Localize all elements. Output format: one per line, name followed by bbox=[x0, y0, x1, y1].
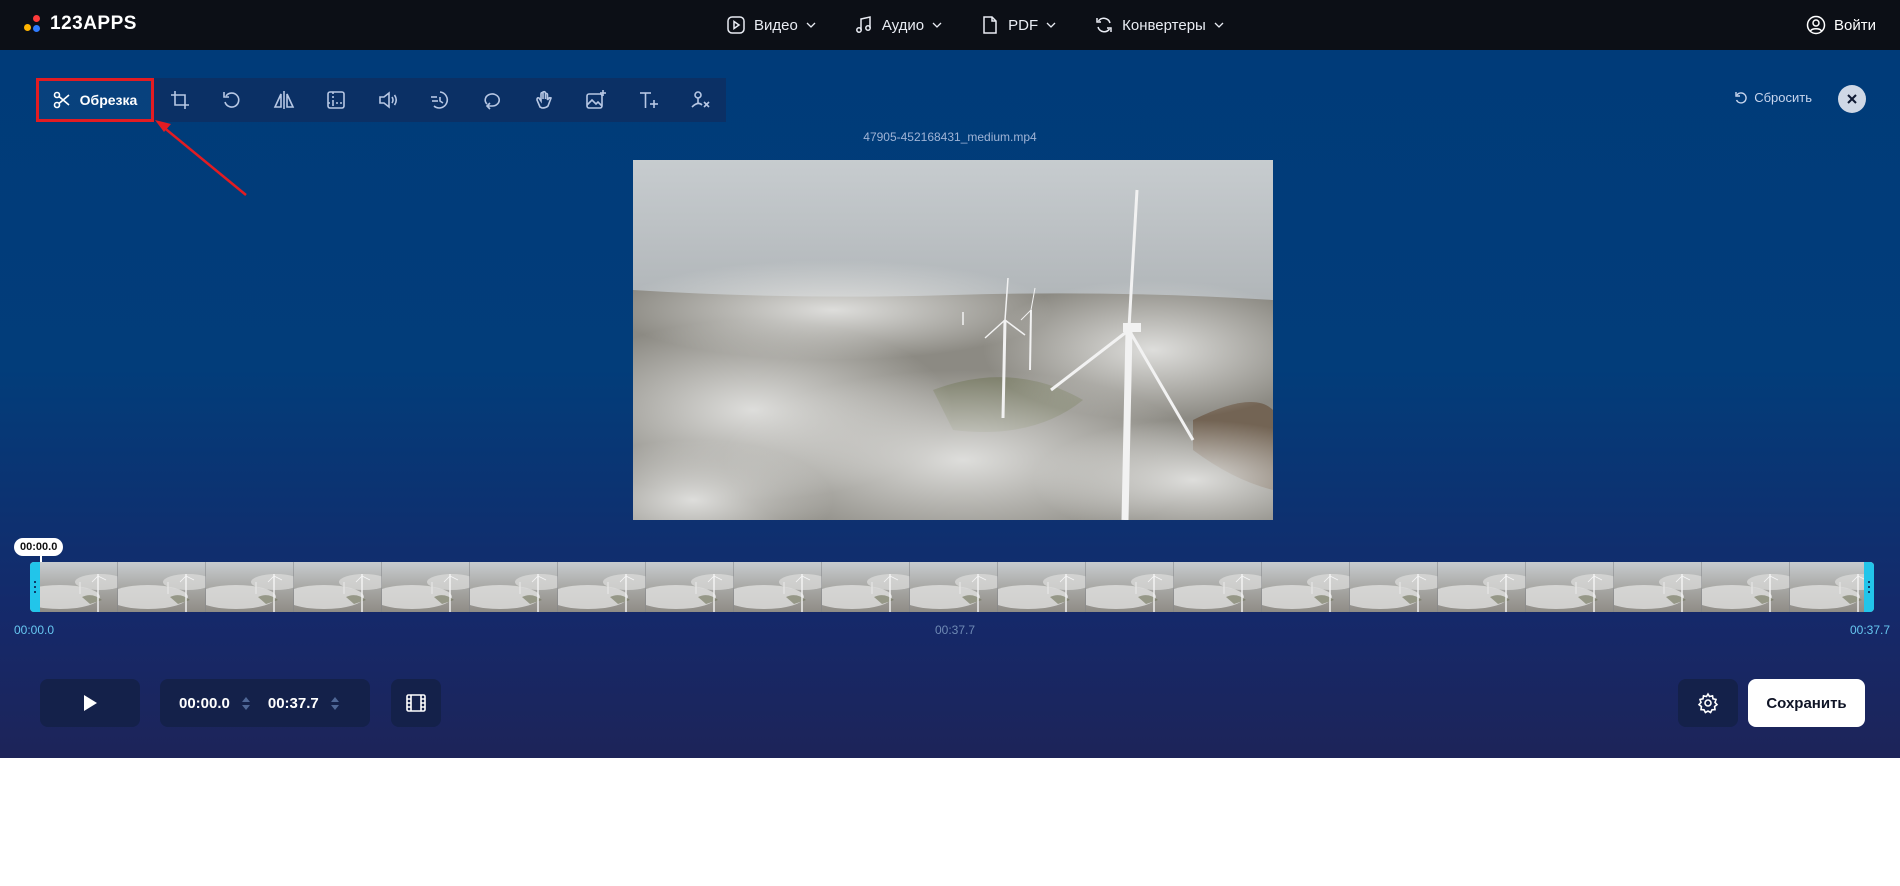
trim-handle-end[interactable] bbox=[1864, 562, 1874, 612]
trim-time-inputs: 00:00.0 00:37.7 bbox=[160, 679, 370, 727]
trim-mode-button[interactable] bbox=[391, 679, 441, 727]
resize-tool-button[interactable] bbox=[310, 78, 362, 122]
convert-icon bbox=[1096, 17, 1112, 33]
music-icon bbox=[855, 16, 871, 33]
speed-tool-button[interactable] bbox=[414, 78, 466, 122]
flip-tool-button[interactable] bbox=[258, 78, 310, 122]
timeline-filmstrip[interactable] bbox=[30, 562, 1874, 612]
nav-item-video[interactable]: Видео bbox=[726, 15, 816, 35]
remove-logo-tool-button[interactable] bbox=[674, 78, 726, 122]
chevron-down-icon bbox=[1214, 22, 1224, 28]
chevron-down-icon bbox=[932, 22, 942, 28]
stabilize-icon bbox=[536, 90, 553, 109]
chevron-down-icon bbox=[1046, 22, 1056, 28]
undo-icon bbox=[1735, 91, 1747, 104]
chevron-down-icon bbox=[806, 22, 816, 28]
nav-item-converters[interactable]: Конвертеры bbox=[1094, 15, 1224, 35]
end-time-stepper[interactable] bbox=[330, 696, 339, 710]
trim-tool-label: Обрезка bbox=[79, 92, 138, 108]
volume-icon bbox=[379, 91, 398, 109]
scissors-icon bbox=[53, 91, 70, 109]
add-text-tool-button[interactable] bbox=[622, 78, 674, 122]
crop-tool-button[interactable] bbox=[154, 78, 206, 122]
play-icon bbox=[84, 695, 97, 711]
crop-icon bbox=[171, 91, 189, 109]
decrement-arrow-icon[interactable] bbox=[330, 704, 339, 710]
flip-icon bbox=[273, 91, 295, 109]
video-filename: 47905-452168431_medium.mp4 bbox=[863, 130, 1037, 144]
reset-button[interactable]: Сбросить bbox=[1734, 90, 1812, 105]
video-icon bbox=[727, 16, 745, 34]
save-button[interactable]: Сохранить bbox=[1748, 679, 1865, 727]
logo[interactable]: 123APPS bbox=[24, 13, 137, 35]
trim-tool-button[interactable]: Обрезка bbox=[36, 78, 154, 122]
film-icon bbox=[406, 694, 426, 712]
top-navigation-bar: 123APPS Видео Аудио PDF Конвертеры Войти bbox=[0, 0, 1900, 50]
video-editor: Обрезка Сбросить 47905-452168431_medium.… bbox=[0, 50, 1900, 758]
loop-icon bbox=[484, 93, 500, 110]
logo-mark-icon bbox=[24, 14, 44, 34]
decrement-arrow-icon[interactable] bbox=[241, 704, 250, 710]
playhead-time-label[interactable]: 00:00.0 bbox=[14, 538, 64, 556]
timeline-end-time: 00:37.7 bbox=[1850, 623, 1891, 637]
grip-icon bbox=[34, 581, 36, 593]
increment-arrow-icon[interactable] bbox=[241, 696, 250, 702]
speed-icon bbox=[431, 91, 449, 109]
add-image-icon bbox=[586, 90, 606, 109]
filmstrip-thumbnails bbox=[30, 562, 1874, 612]
nav-label-video: Видео bbox=[754, 16, 798, 34]
settings-button[interactable] bbox=[1678, 679, 1738, 727]
editing-toolbar: Обрезка bbox=[36, 78, 726, 122]
nav-label-converters: Конвертеры bbox=[1122, 16, 1206, 34]
add-text-icon bbox=[640, 92, 658, 108]
reset-label: Сбросить bbox=[1754, 90, 1812, 105]
nav-label-pdf: PDF bbox=[1008, 16, 1039, 34]
add-image-tool-button[interactable] bbox=[570, 78, 622, 122]
gear-icon bbox=[1697, 692, 1719, 714]
nav-label-audio: Аудио bbox=[881, 16, 925, 34]
remove-logo-icon bbox=[691, 91, 710, 108]
document-icon bbox=[983, 16, 997, 34]
nav-item-pdf[interactable]: PDF bbox=[980, 15, 1056, 35]
user-icon bbox=[1806, 15, 1826, 35]
increment-arrow-icon[interactable] bbox=[330, 696, 339, 702]
trim-handle-start[interactable] bbox=[30, 562, 40, 612]
timeline-middle-time: 00:37.7 bbox=[935, 623, 976, 637]
close-button[interactable] bbox=[1838, 85, 1866, 113]
start-time-input[interactable]: 00:00.0 bbox=[179, 695, 230, 712]
rotate-tool-button[interactable] bbox=[206, 78, 258, 122]
login-label: Войти bbox=[1834, 16, 1876, 34]
loop-tool-button[interactable] bbox=[466, 78, 518, 122]
volume-tool-button[interactable] bbox=[362, 78, 414, 122]
main-nav: Видео Аудио PDF Конвертеры bbox=[726, 0, 1224, 50]
resize-icon bbox=[327, 91, 345, 109]
video-preview[interactable] bbox=[633, 160, 1273, 520]
video-frame-image bbox=[633, 160, 1273, 520]
rotate-icon bbox=[223, 92, 240, 108]
play-button[interactable] bbox=[40, 679, 140, 727]
logo-text: 123APPS bbox=[50, 13, 137, 34]
close-icon bbox=[1847, 94, 1857, 104]
stabilize-tool-button[interactable] bbox=[518, 78, 570, 122]
timeline-start-time: 00:00.0 bbox=[14, 623, 55, 637]
grip-icon bbox=[1868, 581, 1870, 593]
nav-item-audio[interactable]: Аудио bbox=[854, 15, 942, 35]
end-time-input[interactable]: 00:37.7 bbox=[268, 695, 319, 712]
login-button[interactable]: Войти bbox=[1806, 0, 1876, 50]
start-time-stepper[interactable] bbox=[241, 696, 250, 710]
